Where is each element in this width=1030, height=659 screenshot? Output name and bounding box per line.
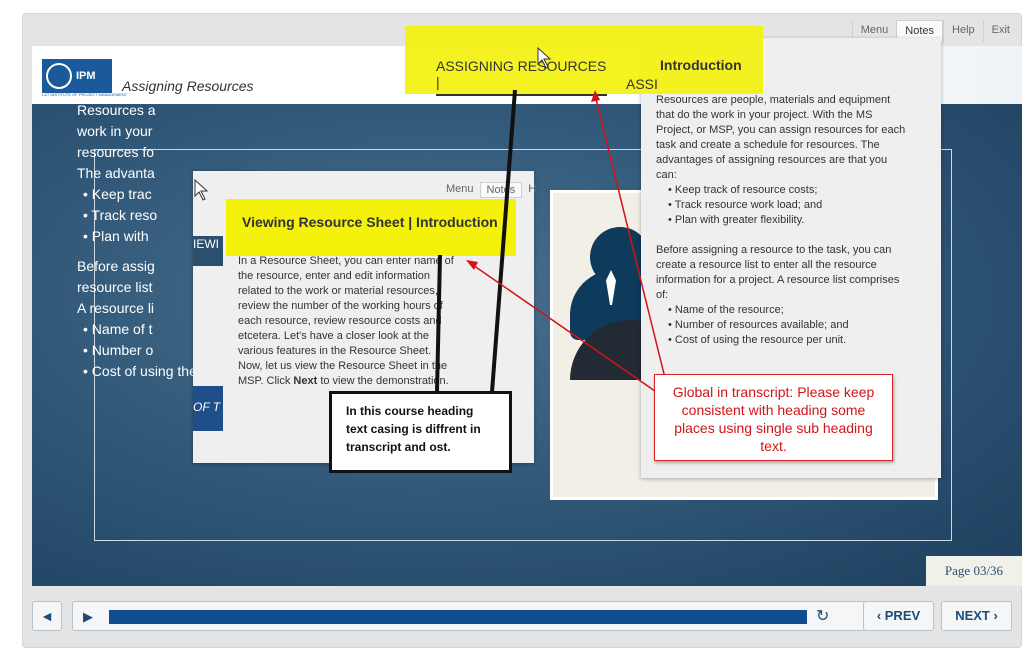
text-run-bold: Next: [293, 375, 318, 387]
embedded-text-line: In a Resource Sheet, you can enter name …: [238, 255, 454, 267]
embedded-text-line: the resource, enter and edit information: [238, 270, 431, 282]
embedded-notes-title: Viewing Resource Sheet | Introduction: [242, 214, 498, 230]
notes-bullet: Cost of using the resource per unit.: [662, 333, 906, 348]
embedded-heading-fragment: IEWI: [193, 237, 219, 251]
logo-subtitle: L&T INSTITUTE OF PROJECT MANAGEMENT: [42, 92, 128, 97]
embedded-help-tab[interactable]: H: [522, 182, 542, 198]
play-icon[interactable]: ▶: [83, 609, 93, 625]
notes-bullet: Name of the resource;: [662, 303, 906, 318]
next-label: NEXT: [955, 608, 990, 623]
embedded-strip-label: OF T: [193, 400, 221, 414]
body-line: work in your: [77, 123, 153, 139]
embedded-text-line: various features in the Resource Sheet.: [238, 345, 432, 357]
prev-label: PREV: [884, 608, 921, 623]
embedded-text-line-last: MSP. Click Next to view the demonstratio…: [238, 374, 476, 389]
notes-bullet: Keep track of resource costs;: [662, 183, 906, 198]
prev-button[interactable]: ‹ PREV: [863, 601, 934, 631]
notes-paragraph: Before assigning a resource to the task,…: [656, 244, 900, 301]
progress-track[interactable]: [109, 610, 807, 624]
playback-controls: ◄ ▶ ↻ ‹ PREV NEXT ›: [32, 601, 1022, 633]
replay-icon[interactable]: ↻: [816, 606, 829, 626]
embedded-nav: Menu Notes H: [440, 182, 542, 198]
embedded-text-line: etcetera. Let's have a closer look at th…: [238, 330, 430, 342]
speaker-icon: ◄: [40, 608, 54, 624]
page-number: Page 03/36: [926, 556, 1022, 586]
embedded-strip: OF T: [193, 386, 223, 431]
review-comment-global: Global in transcript: Please keep consis…: [654, 374, 893, 461]
embedded-notes-tab[interactable]: Notes: [479, 182, 523, 198]
logo-text: IPM: [76, 70, 96, 82]
embedded-notes-text: In a Resource Sheet, you can enter name …: [238, 254, 476, 389]
body-line: Resources a: [77, 102, 156, 118]
embedded-menu-tab[interactable]: Menu: [440, 182, 480, 198]
progress-container: ▶ ↻: [72, 601, 878, 631]
next-button[interactable]: NEXT ›: [941, 601, 1012, 631]
help-tab[interactable]: Help: [943, 20, 983, 42]
text-run: to view the demonstration.: [317, 375, 449, 387]
notes-transcript: Resources are people, materials and equi…: [656, 93, 906, 348]
progress-fill: [109, 610, 807, 624]
exit-tab[interactable]: Exit: [982, 20, 1018, 42]
course-title: Assigning Resources: [122, 78, 254, 94]
lt-logo-icon: [46, 63, 72, 89]
ipm-logo: IPM: [42, 59, 112, 93]
slide-heading-partial: ASSI: [626, 76, 658, 92]
body-line: resources fo: [77, 144, 155, 160]
text-run: MSP. Click: [238, 375, 294, 387]
notes-bullet: Track resource work load; and: [662, 198, 906, 213]
notes-paragraph: Resources are people, materials and equi…: [656, 94, 906, 181]
embedded-text-line: each resource, review resource costs and: [238, 315, 442, 327]
notes-bullet: Number of resources available; and: [662, 318, 906, 333]
review-comment-casing: In this course heading text casing is di…: [329, 391, 512, 473]
embedded-text-line: Now, let us view the Resource Sheet in t…: [238, 360, 448, 372]
slide-heading: ASSIGNING RESOURCES |: [436, 58, 607, 96]
notes-title: Introduction: [660, 57, 742, 73]
embedded-text-line: review the number of the working hours o…: [238, 300, 443, 312]
embedded-text-line: related to the work or material resource…: [238, 285, 438, 297]
volume-button[interactable]: ◄: [32, 601, 62, 631]
notes-bullet: Plan with greater flexibility.: [662, 213, 906, 228]
